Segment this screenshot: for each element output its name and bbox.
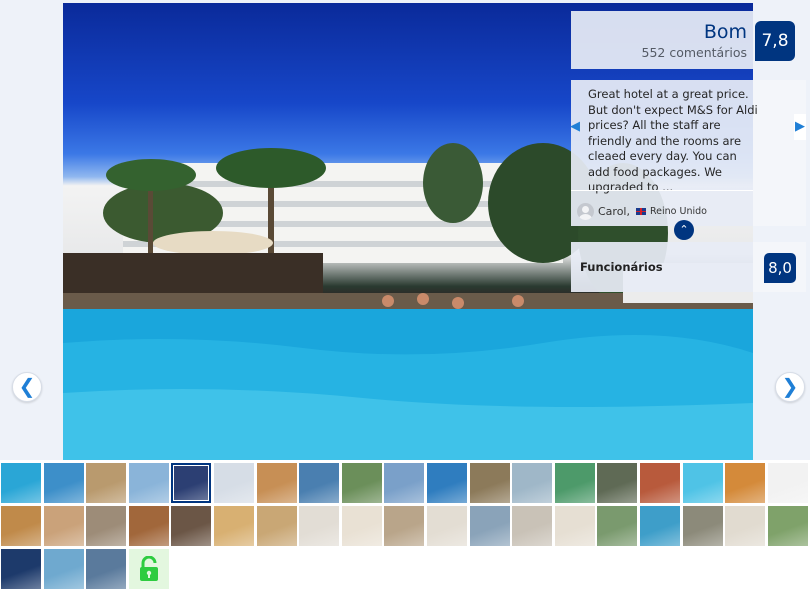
- photo-thumbnail[interactable]: [214, 463, 254, 503]
- photo-thumbnail[interactable]: [341, 506, 382, 546]
- thumbnail-strip: [0, 460, 810, 589]
- photo-thumbnail[interactable]: [512, 463, 553, 503]
- review-card: Great hotel at a great price. But don't …: [571, 80, 758, 226]
- photo-thumbnail[interactable]: [341, 463, 382, 503]
- reviewer-name: Carol,: [598, 204, 630, 218]
- photo-thumbnail[interactable]: [682, 506, 723, 546]
- photo-thumbnail[interactable]: [299, 506, 340, 546]
- review-score-card: Bom 552 comentários: [571, 11, 753, 69]
- category-score-card: Funcionários: [571, 242, 753, 292]
- photo-thumbnail[interactable]: [256, 463, 297, 503]
- photo-thumbnail[interactable]: [86, 549, 127, 589]
- uk-flag-icon: [636, 207, 646, 215]
- more-photos-lock-thumbnail[interactable]: [128, 549, 169, 589]
- photo-thumbnail[interactable]: [767, 463, 808, 503]
- photo-thumbnail[interactable]: [767, 506, 808, 546]
- photo-thumbnail[interactable]: [554, 506, 595, 546]
- photo-thumbnail[interactable]: [43, 506, 84, 546]
- photo-thumbnail[interactable]: [427, 463, 467, 503]
- hotel-photo[interactable]: [63, 3, 753, 460]
- previous-photo-button[interactable]: ❮: [12, 372, 42, 402]
- photo-thumbnail[interactable]: [384, 506, 425, 546]
- photo-thumbnail[interactable]: [512, 506, 553, 546]
- photo-thumbnail[interactable]: [725, 463, 766, 503]
- photo-thumbnail[interactable]: [597, 463, 638, 503]
- photo-thumbnail[interactable]: [640, 506, 680, 546]
- review-side-panel: [753, 80, 806, 226]
- photo-thumbnail[interactable]: [43, 463, 84, 503]
- photo-thumbnail[interactable]: [1, 506, 41, 546]
- photo-thumbnail[interactable]: [214, 506, 254, 546]
- review-text: Great hotel at a great price. But don't …: [588, 87, 758, 194]
- photo-thumbnail[interactable]: [128, 506, 169, 546]
- photo-thumbnail[interactable]: [682, 463, 723, 503]
- review-score-badge: 7,8: [755, 21, 795, 61]
- photo-thumbnail[interactable]: [554, 463, 595, 503]
- photo-gallery: ❮ ❯ Bom 552 comentários 7,8 Great hotel …: [0, 0, 810, 460]
- photo-thumbnail[interactable]: [256, 506, 297, 546]
- photo-thumbnail[interactable]: [43, 549, 84, 589]
- unlock-icon: [139, 556, 158, 581]
- photo-thumbnail[interactable]: [427, 506, 467, 546]
- photo-thumbnail[interactable]: [171, 463, 212, 503]
- category-label: Funcionários: [580, 260, 663, 274]
- photo-thumbnail[interactable]: [469, 463, 510, 503]
- photo-thumbnail[interactable]: [1, 549, 41, 589]
- photo-thumbnail[interactable]: [128, 463, 169, 503]
- pool-scene-image: [63, 143, 753, 460]
- collapse-review-button[interactable]: ⌃: [674, 220, 694, 240]
- review-divider: [571, 190, 753, 191]
- previous-review-button[interactable]: ◀: [569, 114, 581, 140]
- comment-count[interactable]: 552 comentários: [642, 45, 747, 60]
- photo-thumbnail[interactable]: [299, 463, 340, 503]
- next-photo-button[interactable]: ❯: [775, 372, 805, 402]
- photo-thumbnail[interactable]: [384, 463, 425, 503]
- photo-thumbnail[interactable]: [171, 506, 212, 546]
- reviewer-country: Reino Unido: [650, 205, 707, 217]
- next-review-button[interactable]: ▶: [794, 114, 806, 140]
- photo-thumbnail[interactable]: [725, 506, 766, 546]
- photo-thumbnail[interactable]: [86, 506, 127, 546]
- reviewer-info: Carol, Reino Unido: [577, 202, 707, 220]
- photo-thumbnail[interactable]: [1, 463, 41, 503]
- photo-thumbnail[interactable]: [640, 463, 680, 503]
- photo-thumbnail[interactable]: [86, 463, 127, 503]
- category-score-badge: 8,0: [764, 253, 796, 283]
- avatar: [577, 202, 594, 220]
- photo-thumbnail[interactable]: [597, 506, 638, 546]
- score-word: Bom: [703, 21, 747, 43]
- photo-thumbnail[interactable]: [469, 506, 510, 546]
